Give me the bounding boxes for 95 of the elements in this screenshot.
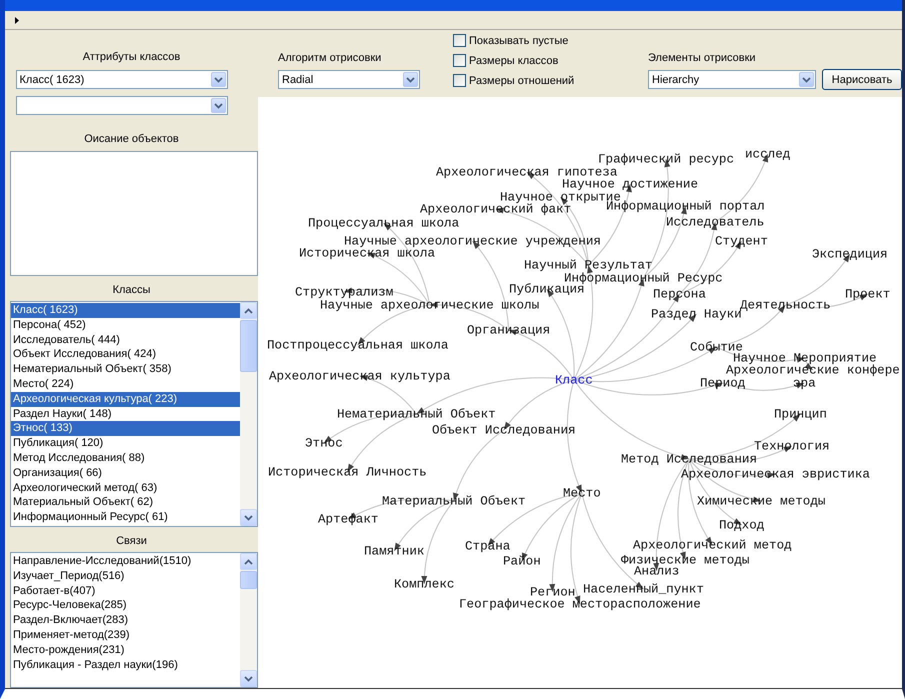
node-label[interactable]: исслед bbox=[745, 147, 790, 162]
node-label[interactable]: Археологический метод bbox=[633, 538, 792, 552]
attribute-value-dropdown[interactable] bbox=[16, 96, 228, 115]
list-item[interactable]: Раздел-Включает(283) bbox=[11, 613, 240, 628]
node-label[interactable]: Артефакт bbox=[318, 512, 378, 526]
node-label[interactable]: Научное достижение bbox=[562, 177, 698, 192]
checkbox[interactable] bbox=[453, 74, 466, 87]
list-item[interactable]: Публикация( 120) bbox=[11, 436, 240, 451]
description-field[interactable] bbox=[10, 151, 258, 276]
checkbox-label[interactable]: Размеры классов bbox=[469, 54, 558, 66]
node-label[interactable]: Археологический факт bbox=[420, 202, 572, 216]
node-label[interactable]: Исследователь bbox=[666, 215, 764, 230]
node-label[interactable]: Страна bbox=[465, 539, 510, 554]
scrollbar[interactable] bbox=[240, 553, 257, 687]
scroll-down-icon[interactable] bbox=[244, 514, 253, 520]
node-label[interactable]: Проект bbox=[845, 287, 890, 302]
elements-dropdown[interactable]: Hierarchy bbox=[648, 70, 816, 89]
node-label[interactable]: Персона bbox=[653, 287, 706, 302]
relations-label: Связи bbox=[116, 535, 147, 547]
node-label[interactable]: Метод Исследования bbox=[621, 452, 758, 466]
list-item[interactable]: Место( 224) bbox=[11, 376, 240, 392]
node-label[interactable]: Памятник bbox=[364, 544, 424, 558]
scroll-down-icon[interactable] bbox=[244, 676, 253, 682]
attributes-label: Аттрибуты классов bbox=[82, 51, 180, 63]
checkbox[interactable] bbox=[453, 34, 466, 47]
list-item[interactable]: Информационный Ресурс( 61) bbox=[11, 510, 240, 525]
node-label[interactable]: Класс bbox=[555, 373, 593, 388]
list-item[interactable]: Класс( 1623) bbox=[11, 303, 240, 318]
node-label[interactable]: Район bbox=[503, 554, 541, 568]
list-item[interactable]: Ресурс-Человека(285) bbox=[11, 598, 240, 614]
description-label: Оисание объектов bbox=[84, 133, 179, 145]
list-item[interactable]: Исследователь( 444) bbox=[11, 332, 240, 348]
node-label[interactable]: Химические методы bbox=[697, 494, 826, 508]
node-label[interactable]: Историческая школа bbox=[299, 246, 436, 260]
node-label[interactable]: Структурализм bbox=[295, 285, 394, 300]
node-label[interactable]: Объект Исследования bbox=[432, 423, 576, 438]
checkbox[interactable] bbox=[453, 54, 466, 67]
list-item[interactable]: Археологическая культура( 223) bbox=[11, 392, 240, 407]
node-label[interactable]: Период bbox=[700, 376, 746, 390]
checkbox-label[interactable]: Размеры отношений bbox=[469, 74, 574, 86]
scroll-thumb[interactable] bbox=[240, 571, 257, 589]
checkbox-label[interactable]: Показывать пустые bbox=[469, 34, 568, 46]
node-label[interactable]: эра bbox=[793, 376, 816, 390]
elements-label: Элементы отрисовки bbox=[648, 52, 757, 64]
node-label[interactable]: Археологическая гипотеза bbox=[436, 165, 618, 180]
list-item[interactable]: Раздел Науки( 148) bbox=[11, 406, 240, 422]
list-item[interactable]: Направление-Исследований(1510) bbox=[11, 554, 240, 569]
node-label[interactable]: Археологические конфере bbox=[726, 363, 900, 378]
list-item[interactable]: Применяет-метод(239) bbox=[11, 628, 240, 643]
node-label[interactable]: Научные археологические школы bbox=[320, 298, 540, 312]
list-item[interactable]: Объект Исследования( 424) bbox=[11, 347, 240, 362]
node-label[interactable]: Место bbox=[563, 486, 601, 500]
node-label[interactable]: Географическое месторасположение bbox=[459, 597, 701, 612]
node-label[interactable]: Постпроцессуальная школа bbox=[267, 338, 448, 352]
node-label[interactable]: Археологическая культура bbox=[269, 369, 450, 384]
algorithm-label: Алгоритм отрисовки bbox=[278, 52, 382, 64]
node-label[interactable]: Научный Результат bbox=[524, 258, 652, 272]
node-label[interactable]: Подход bbox=[719, 518, 764, 532]
node-label[interactable]: Графический ресурс bbox=[598, 152, 734, 166]
node-label[interactable]: Научные археологические учреждения bbox=[344, 234, 601, 248]
scrollbar[interactable] bbox=[240, 302, 257, 526]
list-item[interactable]: Публикация - Раздел науки(196) bbox=[11, 658, 240, 672]
classes-label: Классы bbox=[112, 284, 150, 296]
node-label[interactable]: Археологическая эвристика bbox=[681, 467, 870, 482]
list-item[interactable]: Археологический метод( 63) bbox=[11, 480, 240, 496]
node-label[interactable]: Деятельность bbox=[740, 298, 831, 312]
list-item[interactable]: Место-рождения(231) bbox=[11, 642, 240, 658]
node-label[interactable]: Экспедиция bbox=[812, 247, 888, 262]
node-label[interactable]: Организация bbox=[467, 323, 550, 338]
node-label[interactable]: Комплекс bbox=[394, 577, 454, 592]
node-label[interactable]: Нематериальный Объект bbox=[337, 407, 496, 422]
node-label[interactable]: Принцип bbox=[774, 407, 827, 422]
algorithm-dropdown[interactable]: Radial bbox=[278, 70, 420, 89]
class-attribute-dropdown[interactable]: Класс( 1623) bbox=[16, 70, 228, 89]
node-label[interactable]: Историческая Личность bbox=[268, 465, 427, 480]
node-label[interactable]: Процессуальная школа bbox=[308, 216, 460, 230]
list-item[interactable]: Нематериальный Объект( 358) bbox=[11, 362, 240, 377]
list-item[interactable]: Работает-в(407) bbox=[11, 584, 240, 598]
scroll-up-icon[interactable] bbox=[244, 308, 253, 314]
list-item[interactable]: Этнос( 133) bbox=[11, 421, 240, 436]
scroll-thumb[interactable] bbox=[240, 320, 257, 372]
node-label[interactable]: Регион bbox=[530, 585, 576, 600]
node-label[interactable]: Материальный Объект bbox=[382, 494, 526, 508]
node-label[interactable]: Технология bbox=[754, 439, 830, 454]
list-item[interactable]: Изучает_Период(516) bbox=[11, 568, 240, 584]
draw-button[interactable]: Нарисовать bbox=[822, 69, 902, 90]
list-item[interactable]: Организация( 66) bbox=[11, 466, 240, 481]
list-item[interactable]: Метод Исследования( 88) bbox=[11, 450, 240, 466]
scroll-up-icon[interactable] bbox=[244, 558, 253, 564]
node-label[interactable]: Населенный_пункт bbox=[583, 582, 704, 596]
list-item[interactable]: Материальный Объект( 62) bbox=[11, 495, 240, 510]
expand-arrow-icon[interactable] bbox=[15, 16, 19, 24]
node-label[interactable]: Студент bbox=[715, 234, 768, 248]
node-label[interactable]: Этнос bbox=[305, 436, 343, 450]
list-item[interactable]: Персона( 452) bbox=[11, 318, 240, 333]
